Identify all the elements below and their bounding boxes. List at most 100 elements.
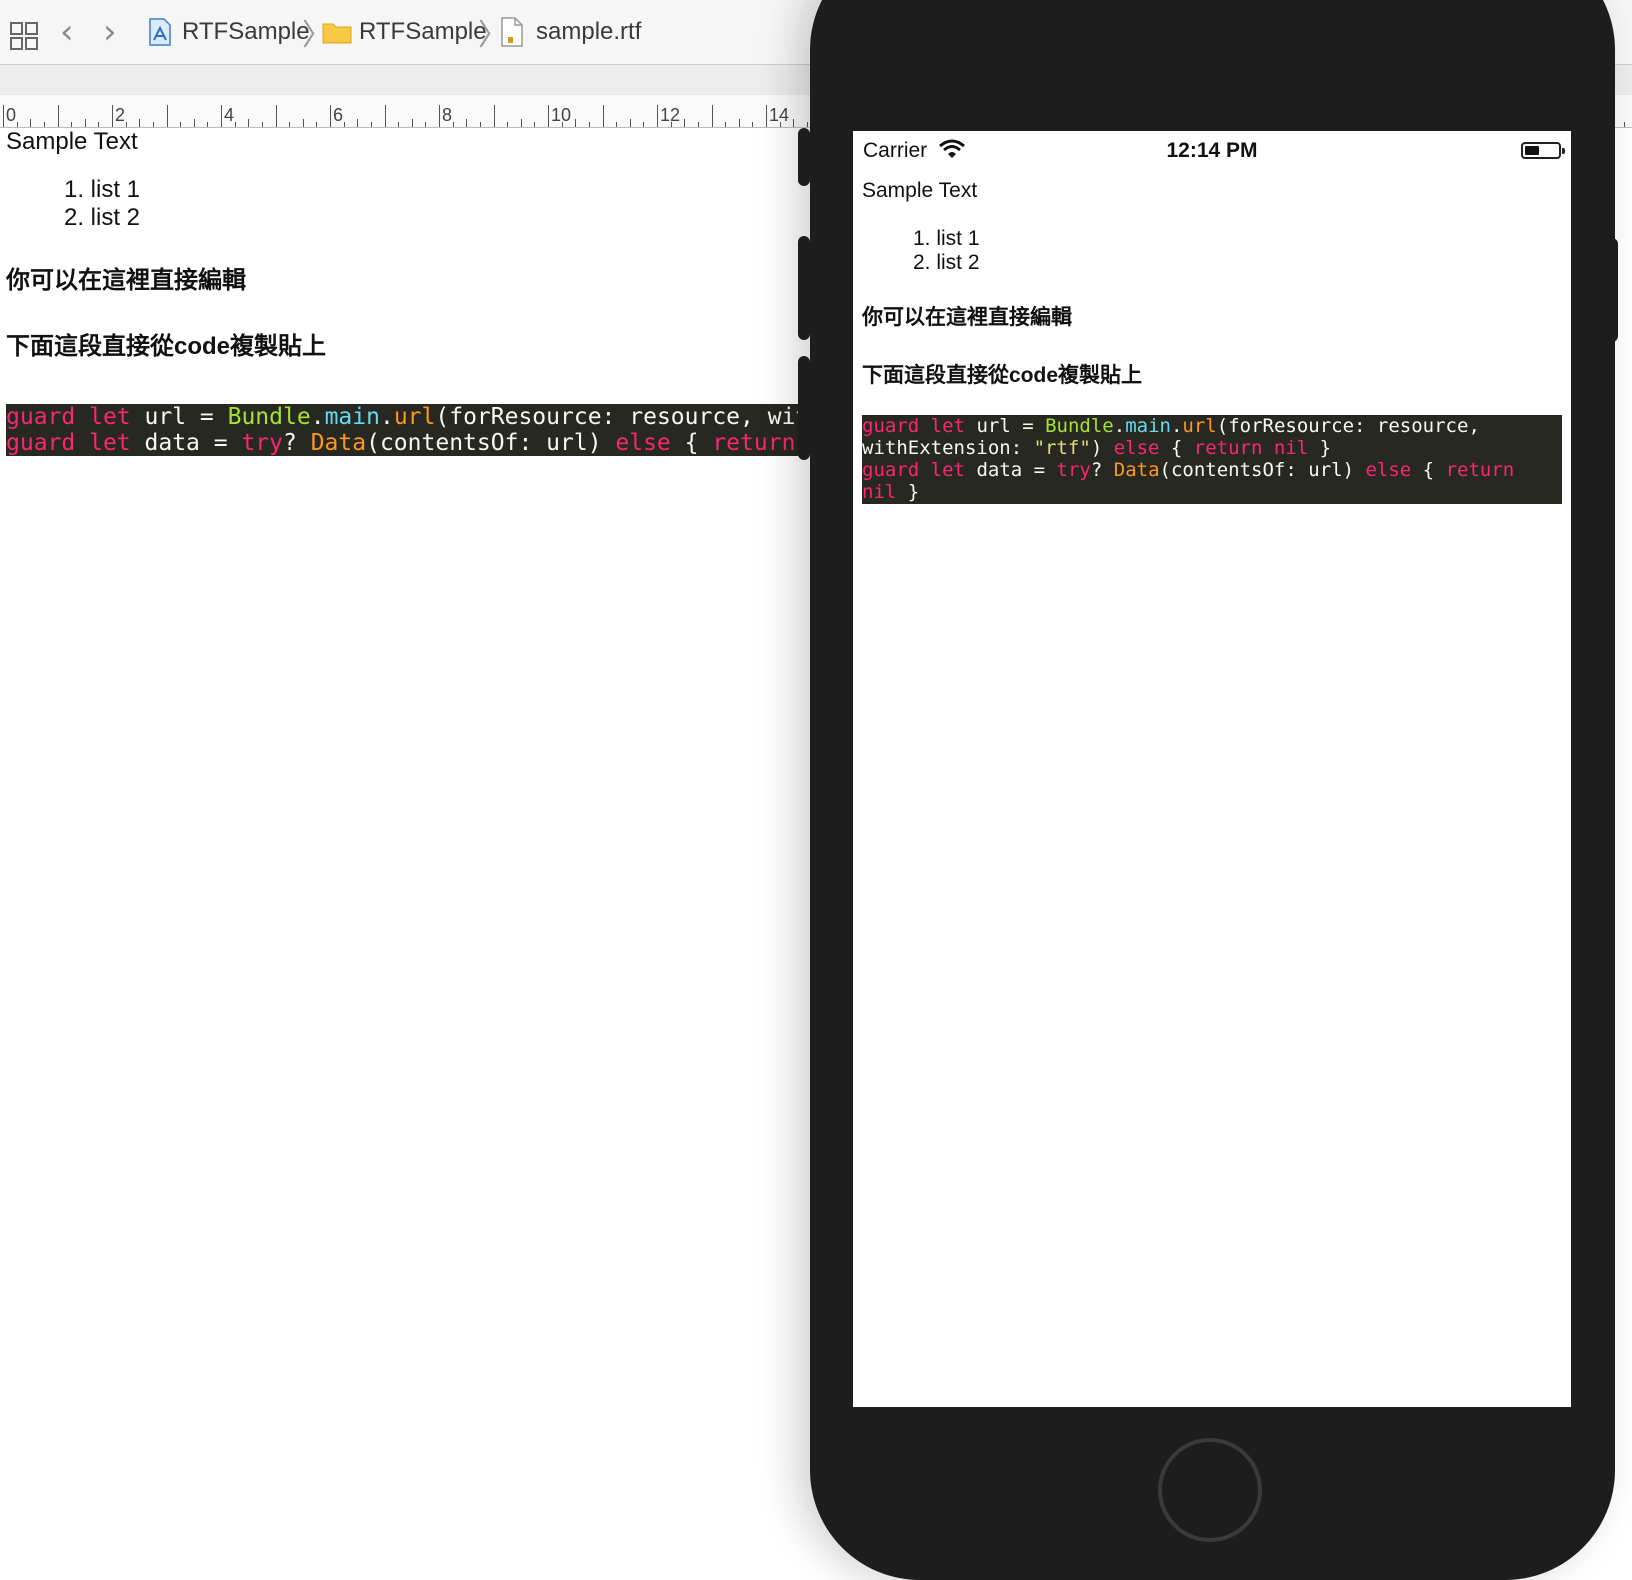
code-token: )	[1342, 459, 1366, 481]
ruler-tick	[534, 122, 536, 127]
code-token: return	[1445, 459, 1515, 481]
ruler-label: 12	[660, 105, 681, 125]
battery-icon	[1521, 142, 1565, 159]
forward-arrow-icon[interactable]: ›	[103, 0, 117, 64]
code-token: ,	[1468, 415, 1480, 437]
ruler-tick	[289, 122, 291, 127]
ruler-tick	[466, 119, 468, 127]
code-token: ?	[283, 430, 311, 456]
code-token: resource	[629, 404, 741, 430]
code-token: url	[976, 415, 1011, 437]
code-token: url	[1182, 415, 1217, 437]
status-time: 12:14 PM	[1166, 139, 1258, 162]
code-token: :	[601, 404, 630, 430]
ruler-tick	[98, 122, 100, 127]
ruler-label: 6	[333, 105, 344, 125]
breadcrumb-file[interactable]: sample.rtf	[500, 0, 641, 64]
list-item: 1. list 1	[913, 227, 980, 250]
back-arrow-icon[interactable]: ‹	[60, 0, 74, 64]
ruler-tick	[657, 105, 658, 127]
list-item: 1. list 1	[64, 176, 141, 203]
code-line: guard let url = Bundle.main.url(forResou…	[6, 404, 805, 430]
code-token: {	[1159, 437, 1194, 459]
code-token: (	[1216, 415, 1229, 437]
ruler-tick	[71, 122, 73, 127]
list-item: 2. list 2	[64, 204, 141, 231]
code-token: else	[615, 430, 671, 456]
code-token: url	[1308, 459, 1343, 481]
code-token: Data	[1113, 459, 1160, 481]
code-token: let	[930, 415, 965, 437]
code-token: {	[670, 430, 713, 456]
ruler-tick	[84, 119, 86, 127]
ruler-tick	[3, 105, 4, 127]
simulator-screen[interactable]: Carrier 12:14 PM Sample Text 1. list 1 2…	[853, 131, 1571, 1407]
ruler-label: 4	[224, 105, 235, 125]
doc-line-copied-code: 下面這段直接從code複製貼上	[6, 333, 327, 360]
code-token: nil	[862, 481, 897, 503]
code-token: data	[144, 430, 200, 456]
ruler-tick	[616, 122, 618, 127]
code-token: Data	[310, 430, 367, 456]
related-items-grid-icon[interactable]	[10, 22, 38, 50]
ruler-tick	[793, 119, 795, 127]
code-token: resource	[1376, 415, 1469, 437]
ruler-tick	[112, 105, 113, 127]
rtf-document[interactable]: Sample Text 1. list 1 2. list 2 你可以在這裡直接…	[0, 128, 805, 1510]
ruler-tick	[30, 119, 32, 127]
ruler-tick	[207, 122, 209, 127]
ruler-tick	[806, 122, 808, 127]
code-token: contentsOf	[379, 430, 519, 456]
code-token: )	[1090, 437, 1114, 459]
breadcrumb-label: RTFSample	[359, 18, 487, 45]
ruler-tick	[766, 105, 767, 127]
code-token: "rtf"	[1033, 437, 1091, 459]
ruler-tick	[16, 122, 18, 127]
code-token: (	[1159, 459, 1171, 481]
folder-icon	[322, 23, 352, 44]
code-token: forResource	[449, 404, 602, 430]
code-token: .	[1113, 415, 1126, 437]
breadcrumb-project[interactable]: RTFSample	[148, 0, 310, 64]
screen-line-edit-here: 你可以在這裡直接編輯	[862, 306, 1072, 329]
code-token: guard	[6, 430, 76, 456]
breadcrumb-label: sample.rtf	[536, 18, 642, 45]
mute-switch	[798, 128, 810, 186]
home-button[interactable]	[1158, 1438, 1262, 1542]
code-token: =	[186, 404, 228, 430]
ruler-label: 14	[769, 105, 790, 125]
code-token: .	[1170, 415, 1183, 437]
ruler-tick	[234, 122, 236, 127]
ruler-tick	[602, 105, 604, 127]
status-bar: Carrier 12:14 PM	[853, 131, 1571, 171]
ruler-tick	[629, 119, 631, 127]
code-token: main	[324, 404, 380, 430]
ruler-tick	[275, 105, 277, 127]
ruler-tick	[43, 122, 45, 127]
breadcrumb-folder[interactable]: RTFSample	[322, 0, 487, 64]
ruler-label: 8	[442, 105, 453, 125]
code-token: ,	[740, 404, 768, 430]
code-token: withExtension	[862, 437, 1011, 459]
ruler-tick	[139, 119, 141, 127]
doc-line-edit-here: 你可以在這裡直接編輯	[6, 267, 246, 294]
xcode-project-icon	[149, 18, 171, 46]
code-token: guard	[862, 459, 920, 481]
code-token: forResource	[1228, 415, 1355, 437]
code-line: nil }	[862, 481, 919, 503]
ruler-label: 10	[551, 105, 572, 125]
ruler-tick	[125, 122, 127, 127]
ruler-tick	[384, 105, 386, 127]
ruler-tick	[180, 122, 182, 127]
code-token: }	[1308, 437, 1332, 459]
ruler-tick	[439, 105, 440, 127]
code-token: ?	[1090, 459, 1114, 481]
code-token: }	[896, 481, 920, 503]
ruler-tick	[370, 122, 372, 127]
ruler-tick	[302, 119, 304, 127]
